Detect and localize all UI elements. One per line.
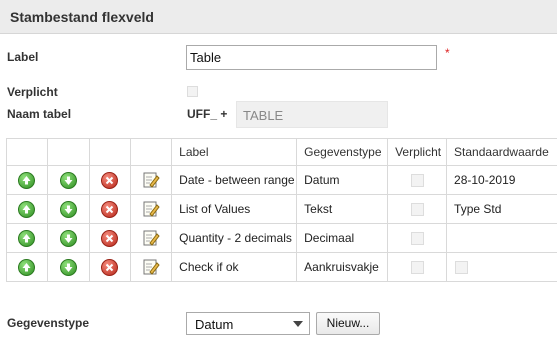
gegevenstype-selected-value: Datum	[195, 317, 234, 332]
panel-title: Stambestand flexveld	[10, 9, 154, 25]
table-prefix: UFF_ +	[187, 107, 228, 121]
row-verplicht-checkbox[interactable]	[410, 261, 424, 275]
row-type: Decimaal	[296, 223, 389, 253]
verplicht-checkbox[interactable]	[187, 86, 198, 97]
table-row: Check if ok Aankruisvakje	[6, 252, 557, 282]
verplicht-label: Verplicht	[7, 85, 58, 99]
delete-icon[interactable]	[101, 258, 119, 276]
row-verplicht-checkbox[interactable]	[410, 232, 424, 246]
table-header-row: Label Gegevenstype Verplicht Standaardwa…	[6, 138, 557, 166]
arrow-up-icon[interactable]	[18, 200, 36, 218]
column-header-label[interactable]: Label	[171, 138, 298, 166]
edit-icon[interactable]	[142, 258, 160, 276]
new-type-button[interactable]: Nieuw...	[316, 312, 380, 335]
row-label: List of Values	[171, 194, 298, 224]
panel-header: Stambestand flexveld	[0, 0, 557, 34]
arrow-up-icon[interactable]	[18, 229, 36, 247]
row-default: 28-10-2019	[446, 165, 557, 195]
edit-icon[interactable]	[142, 171, 160, 189]
row-type: Aankruisvakje	[296, 252, 389, 282]
naam-tabel-label: Naam tabel	[7, 107, 72, 121]
table-row: List of Values Tekst Type Std	[6, 194, 557, 224]
row-verplicht-checkbox[interactable]	[410, 203, 424, 217]
table-row: Quantity - 2 decimals Decimaal	[6, 223, 557, 253]
arrow-down-icon[interactable]	[59, 258, 77, 276]
row-verplicht-checkbox[interactable]	[410, 174, 424, 188]
naam-tabel-field: TABLE	[236, 101, 388, 128]
table-row: Date - between range Datum 28-10-2019	[6, 165, 557, 195]
row-label: Quantity - 2 decimals	[171, 223, 298, 253]
column-header-verplicht[interactable]: Verplicht	[387, 138, 448, 166]
delete-icon[interactable]	[101, 171, 119, 189]
edit-icon[interactable]	[142, 200, 160, 218]
arrow-down-icon[interactable]	[59, 171, 77, 189]
gegevenstype-select[interactable]: Datum	[186, 312, 310, 335]
row-default	[446, 223, 557, 253]
row-default-checkbox[interactable]	[455, 261, 469, 275]
arrow-down-icon[interactable]	[59, 200, 77, 218]
chevron-down-icon[interactable]	[287, 313, 309, 334]
column-header-standaardwaarde[interactable]: Standaardwaarde	[446, 138, 557, 166]
arrow-up-icon[interactable]	[18, 171, 36, 189]
flexfield-table: Label Gegevenstype Verplicht Standaardwa…	[6, 138, 557, 282]
delete-icon[interactable]	[101, 200, 119, 218]
edit-icon[interactable]	[142, 229, 160, 247]
arrow-up-icon[interactable]	[18, 258, 36, 276]
row-label: Check if ok	[171, 252, 298, 282]
label-field-label: Label	[7, 50, 39, 64]
required-indicator: *	[445, 46, 450, 60]
gegevenstype-label: Gegevenstype	[7, 316, 90, 330]
row-type: Tekst	[296, 194, 389, 224]
row-default: Type Std	[446, 194, 557, 224]
arrow-down-icon[interactable]	[59, 229, 77, 247]
column-header-gegevenstype[interactable]: Gegevenstype	[296, 138, 389, 166]
row-type: Datum	[296, 165, 389, 195]
row-label: Date - between range	[171, 165, 298, 195]
delete-icon[interactable]	[101, 229, 119, 247]
label-input[interactable]	[186, 45, 437, 70]
